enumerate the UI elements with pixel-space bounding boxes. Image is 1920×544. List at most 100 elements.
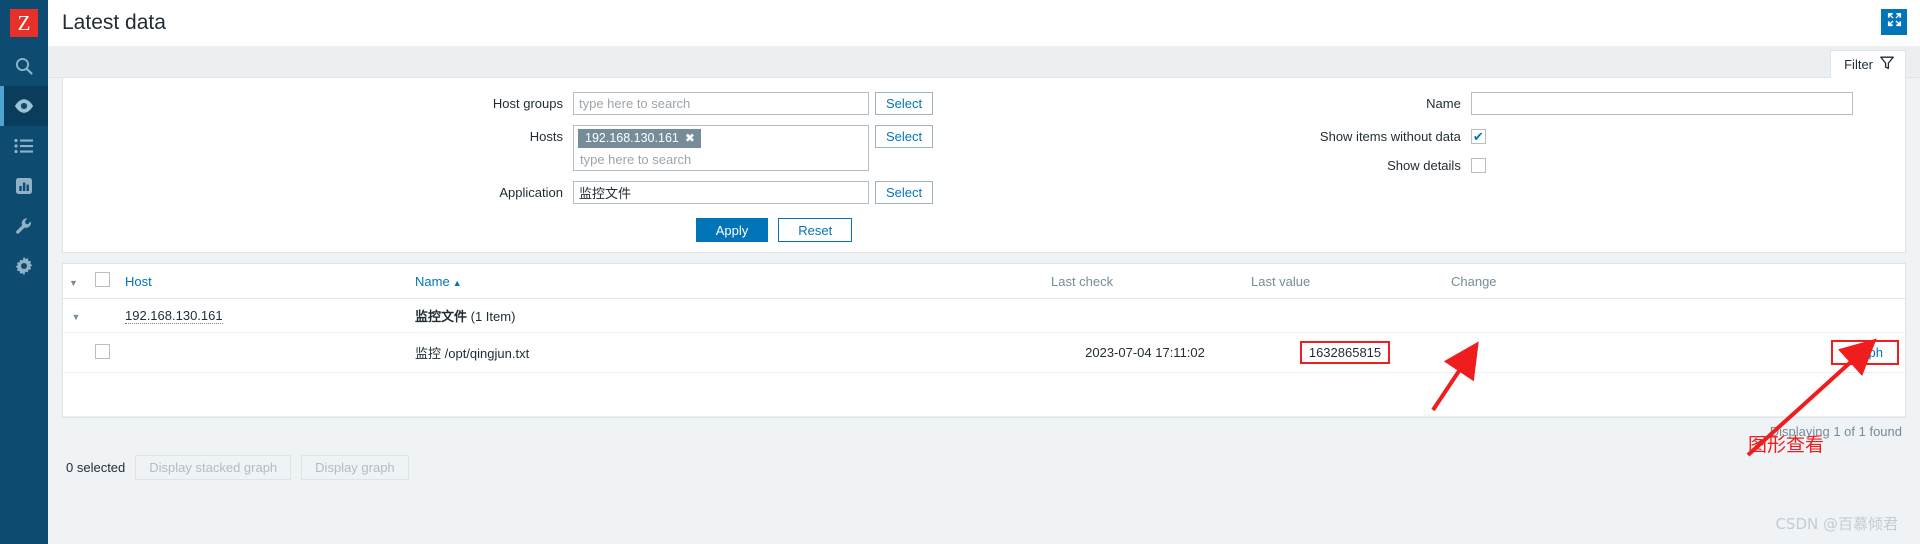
close-icon[interactable]: ✖: [685, 132, 695, 144]
host-link[interactable]: 192.168.130.161: [125, 308, 223, 324]
display-stacked-graph-button[interactable]: Display stacked graph: [135, 455, 292, 480]
funnel-icon: [1880, 56, 1894, 73]
filter-tab[interactable]: Filter: [1830, 50, 1906, 78]
group-name-cell: 监控文件 (1 Item): [409, 298, 1045, 333]
main-content: Latest data Filter Host groups type here…: [48, 0, 1920, 544]
host-groups-label: Host groups: [492, 96, 563, 111]
graph-link[interactable]: Graph: [1847, 345, 1883, 360]
chevron-down-icon[interactable]: ▼: [69, 278, 78, 288]
header-name-label: Name: [415, 273, 450, 289]
application-name: 监控文件: [415, 309, 468, 324]
chevron-down-icon[interactable]: ▼: [72, 312, 81, 322]
host-chip[interactable]: 192.168.130.161 ✖: [578, 129, 701, 148]
latest-data-table: ▼ Host Name ▲ Last check Last value Chang…: [63, 264, 1905, 417]
table-empty-cell: [63, 372, 1905, 417]
show-details-label: Show details: [1387, 158, 1461, 173]
table-header-row: ▼ Host Name ▲ Last check Last value Chang…: [63, 264, 1905, 299]
filter-panel: Host groups Select Hosts 192.168.130.161…: [62, 78, 1906, 253]
page-title: Latest data: [62, 11, 166, 34]
header-last-value: Last value: [1245, 264, 1445, 299]
group-collapse-toggle[interactable]: ▼: [63, 298, 89, 333]
item-name-prefix: 监控: [415, 346, 442, 361]
list-icon: [14, 138, 34, 154]
filter-row-show-details: Show details: [1021, 154, 1905, 173]
host-chip-label: 192.168.130.161: [585, 131, 679, 145]
eye-icon: [13, 97, 35, 115]
item-name-path: /opt/qingjun.txt: [444, 346, 530, 361]
bar-chart-icon: [14, 176, 34, 196]
table-row: 监控 /opt/qingjun.txt 2023-07-04 17:11:02 …: [63, 332, 1905, 373]
group-change-cell: [1445, 298, 1655, 333]
sidebar-item-monitoring[interactable]: [0, 86, 48, 126]
filter-tab-strip: Filter: [48, 46, 1920, 78]
graph-link-highlight: Graph: [1830, 340, 1899, 365]
hosts-label: Hosts: [529, 129, 563, 144]
filter-row-show-items-without-data: Show items without data ✔: [1021, 125, 1905, 144]
name-label: Name: [1426, 96, 1461, 111]
filter-row-name: Name: [1021, 92, 1905, 115]
row-select-checkbox[interactable]: [95, 343, 110, 359]
item-last-value-cell: 1632865815: [1245, 332, 1445, 373]
zabbix-logo[interactable]: Z: [0, 0, 48, 46]
application-select-button[interactable]: Select: [875, 181, 934, 204]
application-label: Application: [499, 185, 563, 200]
table-row-spacer: [63, 372, 1905, 417]
zabbix-logo-mark: Z: [10, 9, 38, 37]
item-host-cell: [119, 332, 409, 373]
table-head: ▼ Host Name ▲ Last check Last value Chang…: [63, 264, 1905, 299]
table-row-group: ▼ 192.168.130.161 监控文件 (1 Item): [63, 298, 1905, 333]
last-value-highlight: 1632865815: [1299, 341, 1391, 364]
header-host[interactable]: Host: [119, 264, 409, 299]
item-last-check: 2023-07-04 17:11:02: [1045, 332, 1245, 373]
filter-column-right: Name Show items without data ✔ Show deta…: [1021, 92, 1905, 214]
hosts-multiselect[interactable]: 192.168.130.161 ✖: [573, 125, 869, 171]
kiosk-mode-button[interactable]: [1881, 9, 1907, 35]
display-graph-button[interactable]: Display graph: [301, 455, 409, 480]
sidebar-item-inventory[interactable]: [0, 126, 48, 166]
hosts-search-input[interactable]: [578, 150, 864, 168]
header-last-check: Last check: [1045, 264, 1245, 299]
item-checkbox-cell[interactable]: [89, 332, 119, 373]
sidebar-item-configuration[interactable]: [0, 206, 48, 246]
expand-icon: [1887, 12, 1902, 32]
sidebar-item-administration[interactable]: [0, 246, 48, 286]
header-select-all[interactable]: [89, 264, 119, 299]
table-body: ▼ 192.168.130.161 监控文件 (1 Item) 监控 /opt/…: [63, 298, 1905, 417]
zabbix-latest-data-page: Z Latest data Filter Host groups type he…: [0, 0, 1920, 544]
filter-row-hosts: Hosts 192.168.130.161 ✖ Select: [63, 125, 1021, 171]
result-count: Displaying 1 of 1 found: [1769, 424, 1902, 439]
sidebar: Z: [0, 0, 48, 544]
sidebar-item-search[interactable]: [0, 46, 48, 86]
header-name[interactable]: Name ▲: [409, 264, 1045, 299]
gear-icon: [14, 256, 34, 276]
item-name-cell: 监控 /opt/qingjun.txt: [409, 332, 1045, 373]
host-groups-input[interactable]: [573, 92, 869, 115]
apply-button[interactable]: Apply: [695, 218, 769, 242]
show-details-checkbox[interactable]: [1470, 158, 1486, 173]
filter-column-left: Host groups Select Hosts 192.168.130.161…: [63, 92, 1021, 214]
show-items-without-data-checkbox[interactable]: ✔: [1470, 129, 1486, 144]
reset-button[interactable]: Reset: [778, 218, 853, 242]
item-change: [1445, 332, 1655, 373]
sort-asc-icon: ▲: [452, 277, 462, 288]
filter-actions: Apply Reset: [63, 218, 1905, 242]
application-input[interactable]: [573, 181, 869, 204]
host-groups-select-button[interactable]: Select: [875, 92, 934, 115]
filter-row-application: Application Select: [63, 181, 1021, 204]
sidebar-item-reports[interactable]: [0, 166, 48, 206]
filter-tab-label: Filter: [1844, 57, 1873, 72]
wrench-icon: [14, 216, 34, 236]
filter-columns: Host groups Select Hosts 192.168.130.161…: [63, 92, 1905, 214]
group-checkbox-cell: [89, 298, 119, 333]
group-host-cell: 192.168.130.161: [119, 298, 409, 333]
header-collapse-all[interactable]: ▼: [63, 264, 89, 299]
topbar: Latest data: [48, 0, 1920, 46]
item-actions-cell: Graph: [1655, 332, 1905, 373]
group-last-value-cell: [1245, 298, 1445, 333]
item-last-value: 1632865815: [1308, 345, 1382, 360]
select-all-checkbox[interactable]: [95, 272, 110, 287]
bulk-action-bar: 0 selected Display stacked graph Display…: [62, 455, 1906, 480]
name-input[interactable]: [1470, 92, 1853, 115]
show-items-without-data-label: Show items without data: [1319, 129, 1461, 144]
hosts-select-button[interactable]: Select: [875, 125, 934, 148]
